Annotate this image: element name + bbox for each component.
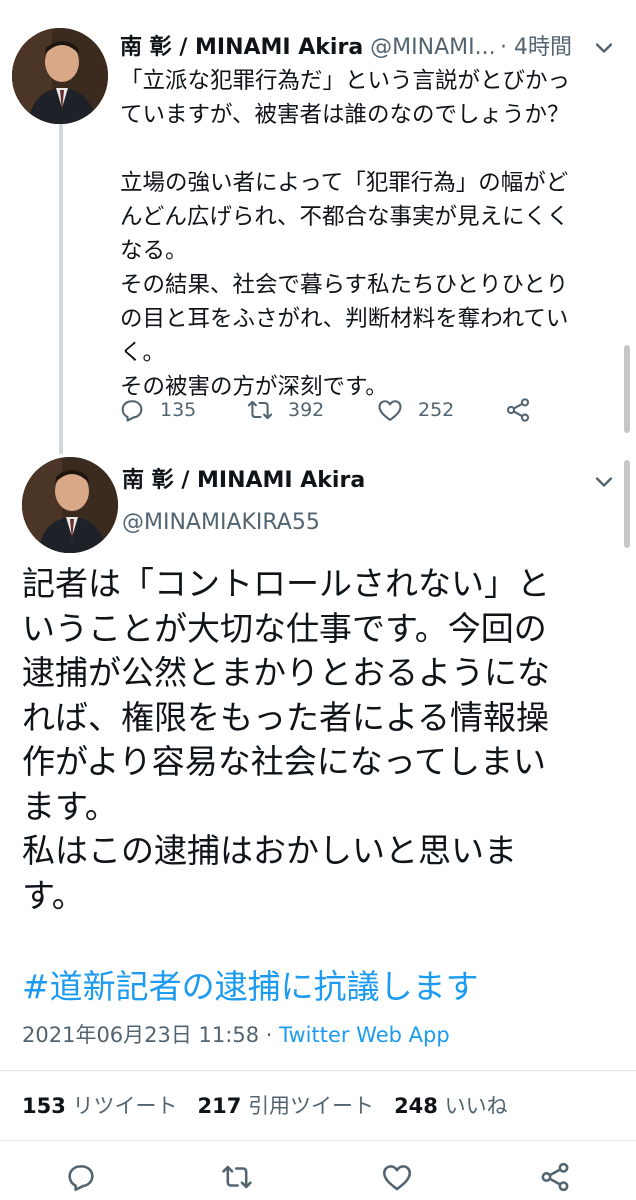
parent-tweet-text: 「立派な犯罪行為だ」という言説がとびかっ ていますが、被害者は誰のなのでしょうか… (120, 64, 618, 404)
scrollbar-thumb[interactable] (624, 460, 630, 548)
scrollbar-thumb[interactable] (624, 345, 630, 433)
divider (0, 1070, 636, 1071)
tweet-text-line: 私はこの逮捕はおかしいと思いま (22, 831, 517, 870)
more-icon[interactable] (590, 468, 618, 496)
reply-icon (121, 400, 143, 422)
tweet-metadata: 2021年06月23日 11:58 · Twitter Web App (22, 1018, 450, 1052)
avatar[interactable] (22, 457, 118, 553)
tweet-text-line: 立場の強い者によって「犯罪行為」の幅がど (120, 170, 569, 196)
main-tweet-actions (0, 1158, 636, 1198)
tweet-text-line: の目と耳をふさがれ、判断材料を奪われてい (120, 306, 569, 332)
tweet-text-line: す。 (22, 875, 85, 915)
tweet-stats: 153 リツイート 217 引用ツイート 248 いいね (22, 1088, 508, 1124)
tweet-time[interactable]: · 4時間 (500, 30, 572, 66)
quotes-label: 引用ツイート (248, 1094, 375, 1118)
reply-button[interactable]: 135 (118, 392, 196, 428)
tweet-text-line: いうことが大切な仕事です。今回の (22, 608, 547, 648)
retweets-number: 153 (22, 1094, 66, 1118)
share-icon (506, 398, 530, 422)
user-handle[interactable]: @MINAMI... (370, 35, 495, 60)
tweet-text-line: んどん広げられ、不都合な事実が見えにくく (120, 204, 570, 230)
tweet-text-line: なる。 (120, 238, 188, 264)
avatar[interactable] (12, 28, 108, 124)
likes-stat[interactable]: 248 いいね (394, 1094, 508, 1118)
tweet-text-line: ます。 (22, 786, 118, 826)
reply-icon (68, 1165, 94, 1192)
tweet-text-line: 作がより容易な社会になってしまい (22, 742, 547, 781)
avatar-photo (12, 28, 108, 124)
like-count: 252 (418, 399, 455, 421)
quotes-stat[interactable]: 217 引用ツイート (198, 1094, 375, 1118)
tweet-text-line: く。 (120, 340, 166, 366)
retweet-button[interactable] (220, 1160, 254, 1194)
more-icon[interactable] (590, 34, 618, 62)
like-icon (378, 400, 402, 421)
like-icon (382, 1165, 412, 1191)
tweet-text-line: 記者は「コントロールされない」と (22, 564, 550, 603)
tweet-timestamp[interactable]: 2021年06月23日 11:58 · (22, 1023, 279, 1047)
share-icon (541, 1162, 569, 1192)
thread-connector-line (59, 124, 63, 454)
share-button[interactable] (538, 1160, 572, 1194)
retweets-stat[interactable]: 153 リツイート (22, 1094, 178, 1118)
likes-label: いいね (444, 1094, 508, 1118)
hashtag-link[interactable]: #道新記者の逮捕に抗議します (22, 965, 479, 1009)
likes-number: 248 (394, 1094, 438, 1118)
reply-button[interactable] (64, 1160, 98, 1194)
tweet-text-line: 逮捕が公然とまかりとおるようにな (22, 653, 550, 692)
retweets-label: リツイート (72, 1094, 178, 1118)
like-button[interactable] (380, 1160, 414, 1194)
retweet-icon (247, 400, 273, 420)
user-handle[interactable]: @MINAMIAKIRA55 (122, 505, 320, 541)
retweet-count: 392 (288, 399, 325, 421)
main-tweet-text: 記者は「コントロールされない」と いうことが大切な仕事です。今回の 逮捕が公然と… (22, 562, 602, 918)
tweet-source-link[interactable]: Twitter Web App (279, 1023, 450, 1047)
tweet-text-line: れば、権限をもった者による情報操 (22, 697, 550, 737)
tweet-text-line: ていますが、被害者は誰のなのでしょうか？ (120, 102, 570, 128)
retweet-button[interactable]: 392 (246, 392, 324, 428)
avatar-photo (22, 457, 118, 553)
display-name[interactable]: 南 彰 / MINAMI Akira (120, 35, 363, 60)
share-button[interactable] (504, 392, 532, 428)
display-name[interactable]: 南 彰 / MINAMI Akira (122, 463, 365, 499)
tweet-text-line: 「立派な犯罪行為だ」という言説がとびかっ (120, 68, 571, 94)
tweet-text-line: その結果、社会で暮らす私たちひとりひとり (120, 272, 569, 298)
reply-count: 135 (160, 399, 197, 421)
quotes-number: 217 (197, 1094, 242, 1118)
divider (0, 1140, 636, 1141)
retweet-icon (222, 1165, 252, 1189)
like-button[interactable]: 252 (376, 392, 454, 428)
tweet-detail-page: 南 彰 / MINAMI Akira @MINAMI... · 4時間 「立派な… (0, 0, 636, 1200)
parent-tweet-actions: 135 392 252 (118, 392, 618, 428)
